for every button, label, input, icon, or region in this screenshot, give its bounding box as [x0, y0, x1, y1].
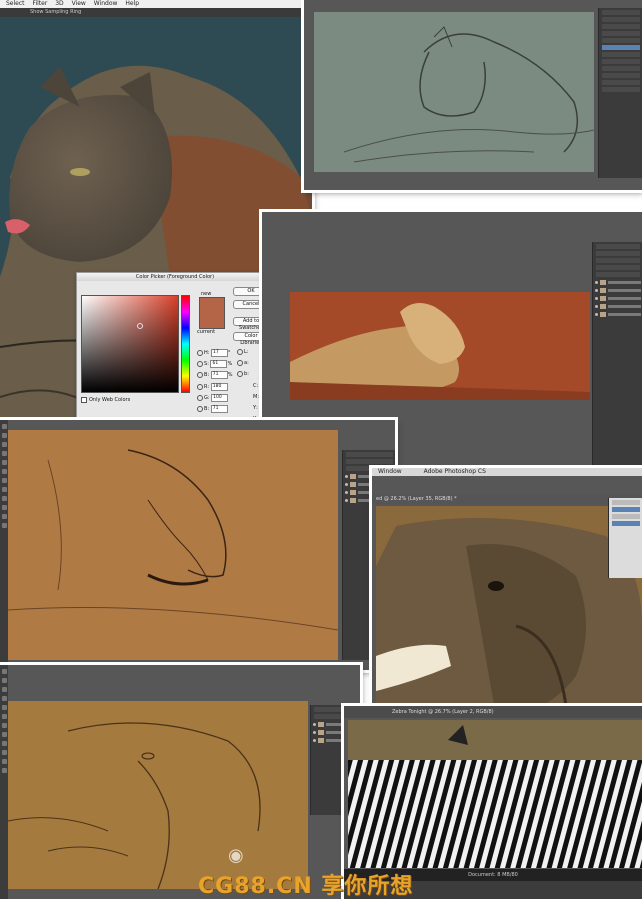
menu-select[interactable]: Select [6, 0, 25, 7]
layers-panel [598, 8, 642, 178]
menu-3d[interactable]: 3D [55, 0, 63, 7]
canvas-elephant-sketch[interactable] [8, 701, 308, 889]
lioness-sketch-tan [8, 449, 338, 631]
field-a[interactable]: a: [237, 360, 249, 366]
tools-panel-2 [0, 665, 8, 899]
field-y[interactable]: Y: [253, 405, 258, 411]
menu-help[interactable]: Help [125, 0, 139, 7]
field-s[interactable]: S: 61% [197, 360, 232, 368]
field-lab-b[interactable]: b: [237, 371, 249, 377]
field-r[interactable]: R: 180 [197, 383, 228, 391]
menu-bar-2: Window Adobe Photoshop CS [372, 468, 642, 476]
watermark-logo: ◉ [228, 845, 244, 866]
screenshot-elephant-sketch [0, 665, 360, 899]
menu-bar: Select Filter 3D View Window Help [0, 0, 312, 8]
screenshot-elephant: Window Adobe Photoshop CS ed @ 26.2% (La… [372, 468, 642, 728]
options-bar: Show Sampling Ring [0, 8, 312, 17]
canvas-lioness-rust[interactable] [290, 292, 590, 400]
lioness-sketch [343, 26, 594, 163]
field-b[interactable]: B: 71% [197, 371, 232, 379]
field-h[interactable]: H: 17 ° [197, 349, 231, 357]
document-tab-zebra[interactable]: Zebra Tonight @ 26.7% (Layer 2, RGB/8) [344, 706, 642, 718]
layers-panel-2 [592, 242, 642, 478]
only-web-colors-checkbox[interactable]: Only Web Colors [81, 397, 130, 403]
canvas-sketch-tan[interactable] [8, 430, 338, 660]
screenshot-lioness-sketch [304, 0, 642, 190]
hue-slider[interactable] [181, 295, 190, 393]
color-field[interactable] [81, 295, 179, 393]
tools-panel [0, 420, 8, 670]
field-l[interactable]: L: [237, 349, 248, 355]
field-blue[interactable]: B: 71 [197, 405, 228, 413]
dialog-title: Color Picker (Foreground Color) [77, 273, 273, 281]
canvas-sketch-graygreen[interactable] [314, 12, 594, 172]
screenshot-lioness-tan [0, 420, 395, 670]
menu-filter[interactable]: Filter [32, 0, 47, 7]
show-sampling-ring-option[interactable]: Show Sampling Ring [30, 9, 81, 15]
menu-window[interactable]: Window [94, 0, 118, 7]
layers-panel-4 [608, 498, 642, 578]
watermark-text: CG88.CN 享你所想 [198, 874, 414, 899]
field-g[interactable]: G: 100 [197, 394, 229, 402]
field-c[interactable]: C: [253, 383, 258, 389]
color-swatch-new-current [199, 297, 225, 329]
elephant-painting [376, 518, 642, 716]
app-title: Adobe Photoshop CS [423, 468, 486, 475]
menu-view[interactable]: View [72, 0, 86, 7]
canvas-zebra[interactable] [348, 720, 642, 868]
document-tab[interactable]: ed @ 26.2% (Layer 35, RGB/8) * [372, 494, 642, 504]
menu-window-2[interactable]: Window [378, 468, 402, 475]
elephant-sketch [8, 722, 261, 889]
canvas-elephant[interactable] [376, 506, 642, 716]
lioness-painting-rust [290, 303, 590, 400]
color-picker-dialog: Color Picker (Foreground Color) new curr… [76, 272, 274, 432]
zebra-painting [348, 720, 642, 868]
current-label: current [197, 329, 216, 335]
field-m[interactable]: M: [253, 394, 259, 400]
